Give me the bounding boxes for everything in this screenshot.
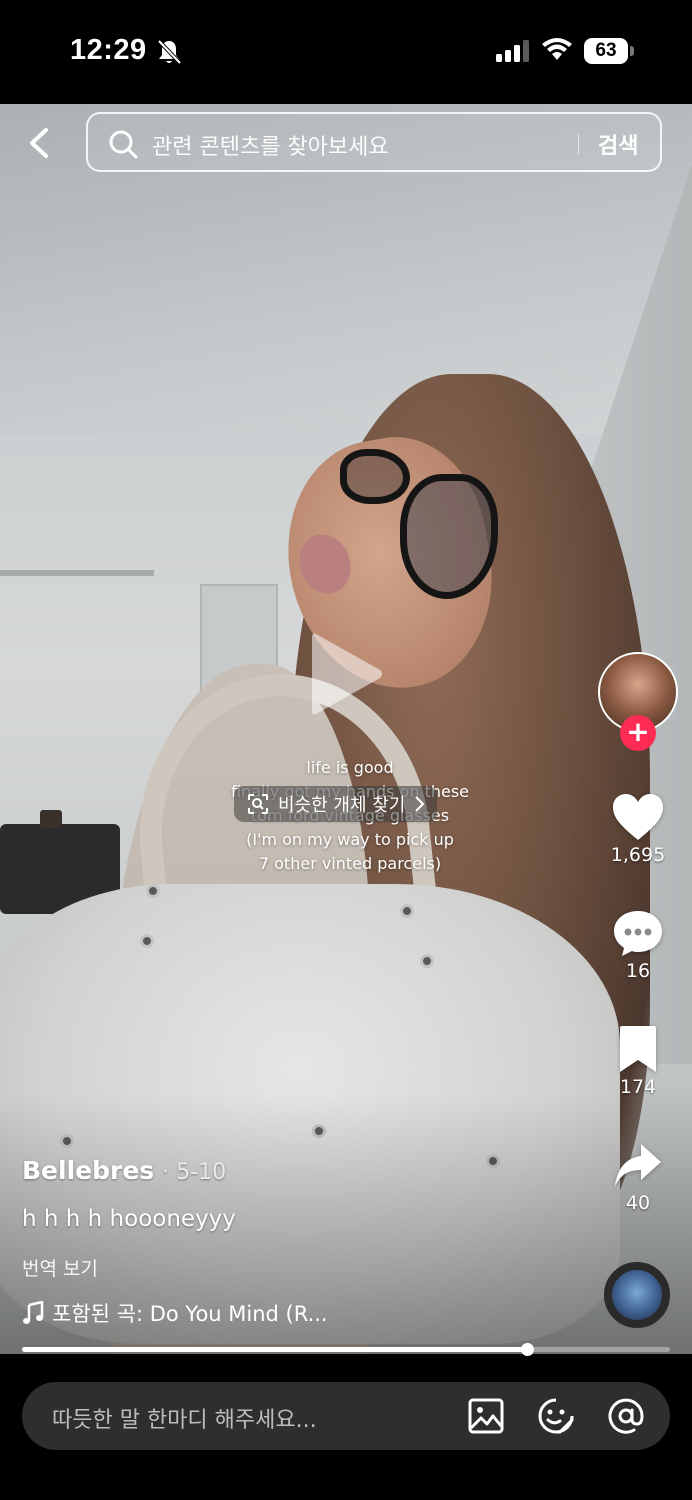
author-name[interactable]: Bellebres [22,1156,154,1185]
post-caption: h h h h hoooneyyy [22,1206,236,1232]
progress-scrubber[interactable] [521,1343,535,1356]
save-count: 174 [619,1076,657,1098]
music-note-icon [23,1301,44,1324]
search-input[interactable]: 관련 콘텐츠를 찾아보세요 검색 [86,112,662,172]
search-button[interactable]: 검색 [598,128,638,160]
play-icon[interactable] [308,628,386,720]
heart-icon [613,794,663,840]
caption-line: life is good [306,758,394,777]
save-button[interactable]: 174 [600,1024,676,1098]
translate-link[interactable]: 번역 보기 [22,1254,98,1281]
progress-fill [22,1347,528,1352]
follow-button[interactable]: + [620,715,656,751]
share-count: 40 [625,1192,651,1214]
share-icon [615,1144,661,1186]
caption-line: (I'm on my way to pick up [246,830,454,849]
status-bar: 12:29 63 [0,0,692,104]
music-disc[interactable] [604,1262,670,1328]
bookmark-icon [620,1026,656,1072]
comment-count: 16 [625,960,651,982]
wifi-icon [542,38,572,60]
comment-icon [614,911,662,956]
music-title: 포함된 곡: Do You Mind (R... [52,1302,328,1326]
mention-icon[interactable] [608,1398,644,1434]
search-icon [109,130,138,159]
battery-icon: 63 [584,38,634,64]
find-similar-button[interactable]: 비슷한 개체 찾기 [234,786,438,822]
search-placeholder: 관련 콘텐츠를 찾아보세요 [152,135,389,160]
video-progress-bar[interactable] [22,1343,670,1356]
post-date: · 5-10 [162,1160,227,1185]
comment-input[interactable]: 따듯한 말 한마디 해주세요... [22,1382,670,1450]
like-count: 1,695 [610,844,666,866]
chevron-right-icon [415,796,425,812]
author-row[interactable]: Bellebres · 5-10 [22,1156,226,1185]
battery-level: 63 [584,38,628,64]
comment-button[interactable]: 16 [600,908,676,982]
emoji-icon[interactable] [538,1398,574,1434]
status-time: 12:29 [70,34,147,66]
signal-icon [496,40,529,62]
visual-search-icon [248,794,268,814]
like-button[interactable]: 1,695 [600,792,676,866]
music-link[interactable]: 포함된 곡: Do You Mind (R... [22,1298,328,1328]
caption-line: 7 other vinted parcels) [258,854,442,873]
share-button[interactable]: 40 [600,1140,676,1214]
image-icon[interactable] [468,1398,504,1434]
find-similar-label: 비슷한 개체 찾기 [278,795,406,816]
back-button[interactable] [22,124,56,162]
bell-off-icon [157,39,182,65]
comment-placeholder: 따듯한 말 한마디 해주세요... [52,1408,317,1433]
